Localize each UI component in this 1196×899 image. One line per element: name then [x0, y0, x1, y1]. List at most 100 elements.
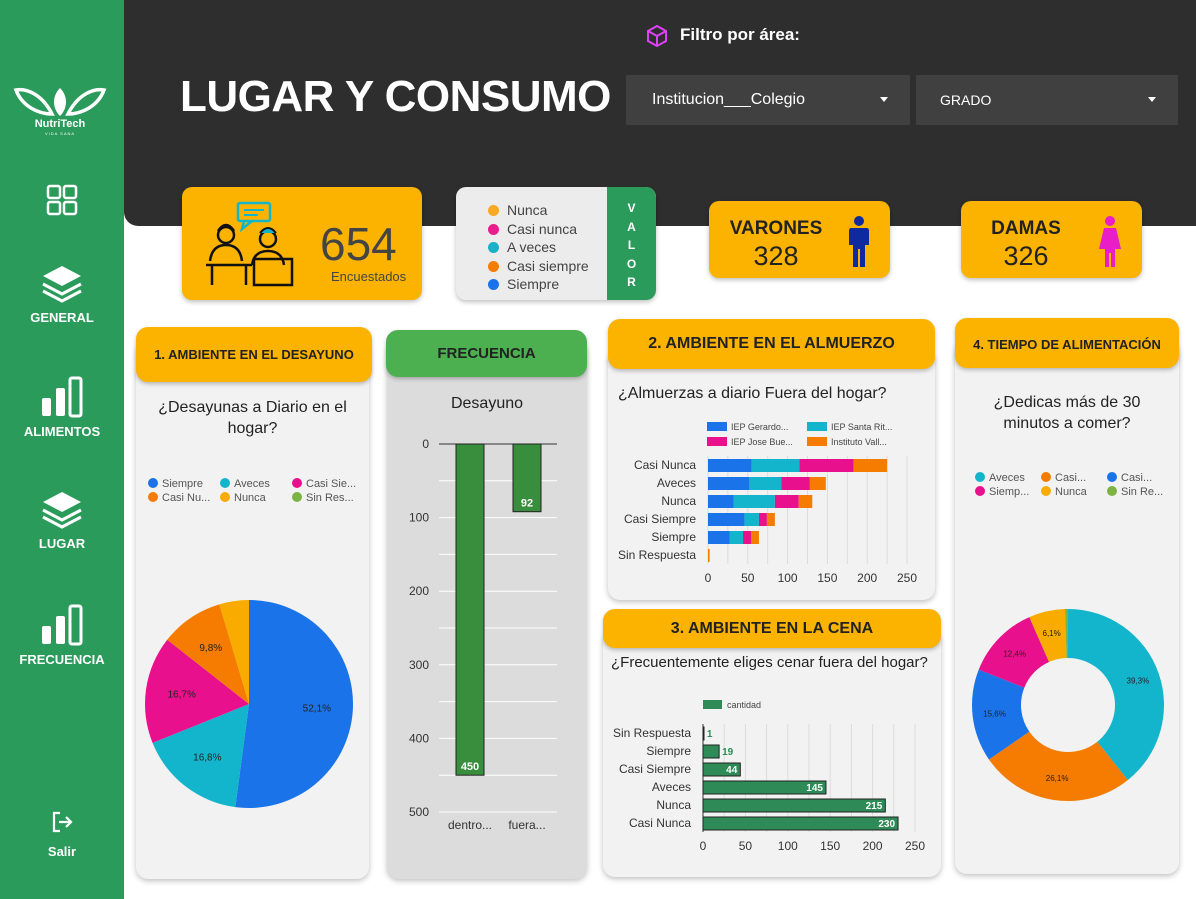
- nav-general[interactable]: GENERAL: [0, 264, 124, 325]
- grade-select-value: GRADO: [940, 92, 992, 108]
- x-tick-label: 200: [863, 839, 883, 853]
- y-category-label: Casi Nunca: [629, 816, 691, 830]
- grade-select[interactable]: GRADO: [916, 75, 1178, 125]
- legend-label: Sin Res...: [306, 492, 354, 504]
- x-tick-label: 150: [820, 839, 840, 853]
- y-category-label: Siempre: [651, 530, 696, 544]
- stacked-bar-segment: [708, 495, 734, 508]
- respondents-label: Encuestados: [331, 269, 407, 284]
- pie-slice-label: 52,1%: [303, 703, 331, 714]
- y-tick-label: 100: [409, 511, 429, 525]
- pie-slice-label: 16,8%: [193, 753, 221, 764]
- time-question: ¿Dedicas más de 30 minutos a comer?: [993, 394, 1141, 432]
- valor-letter: A: [627, 219, 636, 234]
- nav-label-general: GENERAL: [30, 310, 94, 325]
- legend-label: Nunca: [507, 202, 548, 218]
- logout-button[interactable]: Salir: [0, 810, 124, 859]
- legend-dot: [488, 205, 499, 216]
- breakfast-header: 1. AMBIENTE EN EL DESAYUNO: [136, 327, 372, 382]
- pie-slice-label: 15,6%: [983, 709, 1006, 718]
- valor-letter: V: [627, 201, 636, 215]
- nav-alimentos[interactable]: ALIMENTOS: [0, 376, 124, 439]
- value-legend-item: A veces: [488, 238, 589, 257]
- layers-icon: [42, 492, 82, 529]
- nav-frecuencia[interactable]: FRECUENCIA: [0, 604, 124, 667]
- legend-label: Casi Sie...: [306, 478, 357, 490]
- lunch-question: ¿Almuerzas a diario Fuera del hogar?: [618, 385, 887, 402]
- legend-dot: [488, 260, 499, 272]
- value-legend-item: Siempre: [488, 275, 589, 294]
- bar: [702, 798, 886, 813]
- stacked-bar-segment: [799, 459, 854, 472]
- pie-slice-label: 39,3%: [1127, 677, 1150, 686]
- x-tick-label: 50: [741, 571, 755, 585]
- valor-letter: O: [626, 256, 637, 271]
- stacked-bar-segment: [766, 513, 775, 526]
- filter-label: Filtro por área:: [680, 25, 800, 44]
- breakfast-panel: ¿Desayunas a Diario en el hogar? Siempre…: [136, 340, 369, 879]
- breakfast-question: ¿Desayunas a Diario en el hogar?: [158, 399, 347, 437]
- dinner-panel: ¿Frecuentemente eliges cenar fuera del h…: [603, 630, 941, 877]
- bar-value-label: 145: [806, 783, 823, 794]
- bar: [455, 443, 485, 776]
- chart-legend-item: Nunca: [220, 492, 266, 504]
- y-category-label: Sin Respuesta: [613, 726, 691, 740]
- x-tick-label: 200: [857, 571, 877, 585]
- institution-select[interactable]: Institucion___Colegio: [626, 75, 910, 125]
- time-panel: ¿Dedicas más de 30 minutos a comer? Avec…: [955, 340, 1179, 874]
- stacked-bar-segment: [774, 495, 799, 508]
- nav-lugar[interactable]: LUGAR: [0, 490, 124, 551]
- chart-legend-item: Siemp...: [975, 486, 1029, 498]
- x-tick-label: fuera...: [508, 818, 545, 832]
- y-category-label: Aveces: [652, 780, 691, 794]
- valor-letter: L: [627, 238, 636, 252]
- stacked-bar-segment: [708, 513, 745, 526]
- nav-dashboard[interactable]: [0, 184, 124, 216]
- dinner-header: 3. AMBIENTE EN LA CENA: [603, 609, 941, 648]
- y-tick-label: 500: [409, 805, 429, 819]
- lunch-header: 2. AMBIENTE EN EL ALMUERZO: [608, 319, 935, 369]
- legend-dot: [1041, 486, 1051, 496]
- legend-swatch: [707, 422, 727, 431]
- legend-swatch: [807, 422, 827, 431]
- breakfast-pie-chart: 52,1% 16,8% 16,7% 9,8%: [145, 600, 353, 808]
- stacked-bar-segment: [729, 531, 744, 544]
- value-legend-item: Nunca: [488, 201, 589, 220]
- legend-label: IEP Santa Rit...: [831, 422, 892, 432]
- dinner-bar-chart: cantidad 1 Sin Respuesta 19 Siempre 44 Casi Si…: [613, 700, 925, 853]
- y-tick-label: 200: [409, 584, 429, 598]
- legend-label: Casi siempre: [507, 257, 589, 274]
- survey-people-icon: [206, 201, 294, 287]
- y-tick-label: 300: [409, 658, 429, 672]
- y-category-label: Casi Siempre: [624, 512, 696, 526]
- legend-dot: [148, 478, 158, 488]
- stacked-bar-segment: [708, 459, 752, 472]
- legend-label: Siemp...: [989, 486, 1030, 498]
- legend-label: Aveces: [989, 472, 1025, 484]
- male-icon: [849, 216, 869, 267]
- pie-slice-label: 9,8%: [199, 643, 222, 654]
- valor-letter: R: [627, 275, 636, 289]
- x-tick-label: dentro...: [448, 818, 492, 832]
- stacked-bar-segment: [809, 477, 826, 490]
- logo-text: NutriTech: [34, 118, 86, 130]
- legend-label: Aveces: [234, 478, 270, 490]
- legend-swatch: [703, 700, 722, 709]
- legend-dot: [220, 478, 230, 488]
- valor-label: VALOR: [607, 187, 656, 300]
- stacked-bar-segment: [750, 531, 759, 544]
- institution-select-value: Institucion___Colegio: [652, 91, 805, 108]
- stacked-bar-segment: [733, 495, 775, 508]
- women-card: DAMAS 326: [961, 201, 1142, 278]
- legend-label: Instituto Vall...: [831, 437, 887, 447]
- chart-legend-item: Sin Res...: [292, 492, 354, 504]
- legend-dot: [1041, 472, 1051, 482]
- legend-dot: [292, 478, 302, 488]
- legend-label: cantidad: [727, 700, 761, 710]
- frequency-panel: Desayuno 0 100 200 300 400 500 450 dentro... 92 f…: [387, 340, 587, 879]
- time-donut-chart: 39,3% 26,1% 15,6% 12,4% 6,1%: [972, 609, 1164, 801]
- legend-label: Sin Re...: [1121, 486, 1164, 498]
- chart-legend-item: Casi...: [1107, 472, 1152, 484]
- legend-label: Casi nunca: [507, 220, 578, 237]
- nutritech-logo: NutriTech VIDA SANA: [12, 84, 108, 140]
